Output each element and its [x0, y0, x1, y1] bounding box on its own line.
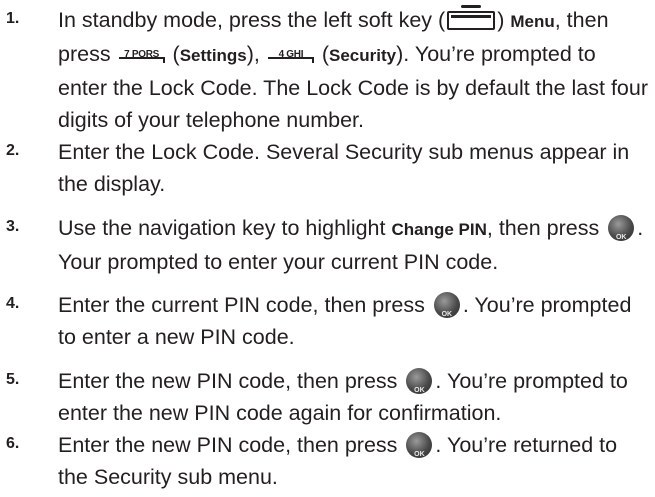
ok-key-label: OK [414, 387, 425, 394]
step-number: 4. [6, 295, 20, 312]
step-text-part: , then press [486, 216, 606, 240]
key-4-icon: 4 GHI [267, 41, 314, 63]
step-text: In standby mode, press the left soft key… [58, 4, 648, 136]
step-text-part: ( [166, 42, 180, 66]
step-text: Enter the current PIN code, then press O… [58, 289, 648, 353]
ok-key-icon: OK [433, 292, 460, 318]
step-text: Enter the Lock Code. Several Security su… [58, 140, 630, 196]
key-7-icon: 7 PQRS [118, 41, 165, 63]
ok-key-icon: OK [406, 432, 433, 458]
step-text-part: In standby mode, press the left soft key… [58, 8, 446, 32]
step-text-part: ), [246, 42, 266, 66]
step-text: Enter the new PIN code, then press OK. Y… [58, 429, 648, 493]
step-text-part: Enter the new PIN code, then press [58, 433, 404, 457]
step-text: Use the navigation key to highlight Chan… [58, 212, 648, 278]
step-text-part: Use the navigation key to highlight [58, 216, 392, 240]
ok-key-icon: OK [406, 368, 433, 394]
key-7-label: 7 PQRS [124, 49, 159, 60]
step-number: 3. [6, 218, 20, 235]
step-number: 5. [6, 371, 20, 388]
step-number: 1. [6, 10, 20, 27]
settings-label: Settings [179, 46, 247, 65]
ok-key-label: OK [441, 311, 453, 318]
left-soft-key-icon [447, 5, 496, 30]
security-label: Security [329, 46, 397, 65]
instructions-page: 1. In standby mode, press the left soft … [0, 0, 655, 497]
step-text-part: Enter the new PIN code, then press [58, 369, 404, 393]
key-4-label: 4 GHI [278, 49, 304, 60]
step-text-part: ) [497, 8, 511, 32]
step-text-part: ( [315, 42, 330, 66]
step-number: 2. [6, 142, 20, 159]
step-text-part: Enter the current PIN code, then press [58, 293, 431, 317]
change-pin-label: Change PIN [391, 220, 487, 239]
ok-key-label: OK [414, 451, 425, 458]
step-number: 6. [6, 435, 20, 452]
ok-key-label: OK [615, 234, 627, 241]
ok-key-icon: OK [608, 215, 635, 241]
menu-label: Menu [510, 12, 555, 31]
step-text: Enter the new PIN code, then press OK. Y… [58, 365, 648, 429]
